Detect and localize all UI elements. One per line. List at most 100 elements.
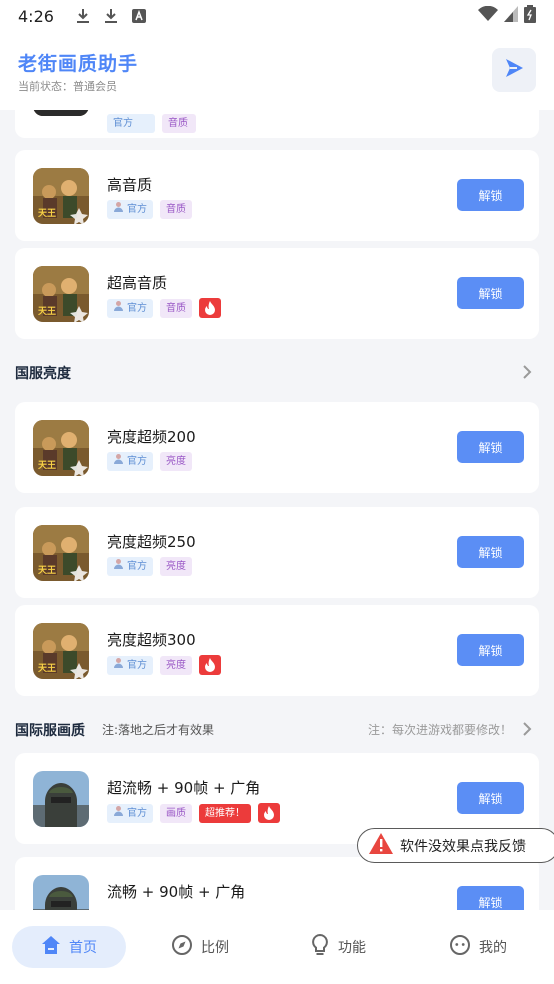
tag-row: 官方 画质 超推荐！ xyxy=(107,803,280,823)
member-status: 当前状态：普通会员 xyxy=(18,80,117,93)
user-icon xyxy=(113,656,124,675)
wifi-icon xyxy=(478,5,498,26)
item-name: 亮度超频300 xyxy=(107,631,196,649)
content-scroll[interactable]: 官方 音质 天王 高音质 官方 音质 解锁 天王 超高音质 官方 音质 解锁 国… xyxy=(0,110,554,910)
official-tag: 官方 xyxy=(107,298,153,318)
nav-home[interactable]: 首页 xyxy=(12,926,126,968)
tag-row: 官方 音质 xyxy=(107,298,221,318)
section-note: 注:落地之后才有效果 xyxy=(102,723,215,737)
nav-label: 首页 xyxy=(69,940,97,956)
game-thumbnail xyxy=(33,110,89,116)
user-icon xyxy=(113,299,124,318)
svg-text:天王: 天王 xyxy=(38,663,56,674)
text-a-icon xyxy=(131,9,146,23)
item-name: 亮度超频200 xyxy=(107,428,196,446)
game-thumbnail: 天王 xyxy=(33,420,89,476)
category-tag: 音质 xyxy=(162,114,196,133)
official-tag: 官方 xyxy=(107,557,153,576)
bulb-icon xyxy=(310,933,330,961)
section-right-note: 注：每次进游戏都要修改！ xyxy=(367,723,512,737)
bottom-nav: 首页 比例 功能 我的 xyxy=(0,910,554,984)
fire-icon xyxy=(258,803,280,823)
nav-label: 功能 xyxy=(338,940,366,956)
download-icon xyxy=(104,8,118,24)
user-icon xyxy=(113,804,124,823)
download-icon xyxy=(76,8,90,24)
user-icon xyxy=(113,452,124,471)
game-thumbnail xyxy=(33,771,89,827)
status-bar: 4:26 xyxy=(0,0,554,32)
nav-mine[interactable]: 我的 xyxy=(428,926,528,968)
game-thumbnail: 天王 xyxy=(33,525,89,581)
unlock-button[interactable]: 解锁 xyxy=(457,634,524,666)
svg-text:天王: 天王 xyxy=(38,208,56,219)
signal-icon xyxy=(504,6,518,26)
list-item: 天王 亮度超频200 官方 亮度 解锁 xyxy=(15,402,539,493)
category-tag: 亮度 xyxy=(160,452,192,471)
status-time: 4:26 xyxy=(18,6,54,26)
category-tag: 亮度 xyxy=(160,655,192,675)
tag-row: 官方 亮度 xyxy=(107,655,221,675)
official-tag: 官方 xyxy=(107,200,153,219)
nav-label: 我的 xyxy=(479,940,507,956)
user-icon xyxy=(113,557,124,576)
app-header: 老街画质助手 当前状态：普通会员 xyxy=(0,32,554,110)
app-title: 老街画质助手 xyxy=(18,53,139,75)
category-tag: 音质 xyxy=(160,200,192,219)
chevron-right-icon[interactable] xyxy=(522,721,532,740)
unlock-button[interactable]: 解锁 xyxy=(457,782,524,814)
battery-icon xyxy=(524,5,536,27)
user-icon xyxy=(113,200,124,219)
list-item: 官方 音质 xyxy=(15,110,539,138)
warning-icon xyxy=(368,832,394,859)
section-title: 国服亮度 xyxy=(15,366,71,382)
unlock-button[interactable]: 解锁 xyxy=(457,277,524,309)
category-tag: 音质 xyxy=(160,298,192,318)
item-name: 流畅 + 90帧 + 广角 xyxy=(107,883,246,901)
game-thumbnail: 天王 xyxy=(33,168,89,224)
official-tag: 官方 xyxy=(107,114,155,133)
category-tag: 画质 xyxy=(160,803,192,823)
home-icon xyxy=(41,935,61,959)
fire-icon xyxy=(199,298,221,318)
unlock-button[interactable]: 解锁 xyxy=(457,431,524,463)
feedback-button[interactable]: 软件没效果点我反馈 xyxy=(357,828,554,863)
svg-text:天王: 天王 xyxy=(38,565,56,576)
unlock-button[interactable]: 解锁 xyxy=(457,886,524,910)
fire-icon xyxy=(199,655,221,675)
recommend-badge: 超推荐！ xyxy=(199,803,251,823)
face-icon xyxy=(449,934,471,960)
tag-row: 官方 音质 xyxy=(107,200,192,219)
chevron-right-icon[interactable] xyxy=(522,364,532,383)
unlock-button[interactable]: 解锁 xyxy=(457,536,524,568)
tag-row: 官方 亮度 xyxy=(107,452,192,471)
item-name: 高音质 xyxy=(107,176,153,194)
nav-features[interactable]: 功能 xyxy=(288,926,388,968)
list-item: 天王 亮度超频250 官方 亮度 解锁 xyxy=(15,507,539,598)
tag-row: 官方 亮度 xyxy=(107,557,192,576)
item-name: 超高音质 xyxy=(107,274,168,292)
svg-text:天王: 天王 xyxy=(38,460,56,471)
list-item: 天王 亮度超频300 官方 亮度 解锁 xyxy=(15,605,539,696)
category-tag: 亮度 xyxy=(160,557,192,576)
nav-label: 比例 xyxy=(201,940,229,956)
svg-text:天王: 天王 xyxy=(38,306,56,317)
play-button[interactable] xyxy=(492,48,536,92)
feedback-label: 软件没效果点我反馈 xyxy=(400,838,526,855)
official-tag: 官方 xyxy=(107,452,153,471)
nav-ratio[interactable]: 比例 xyxy=(150,926,250,968)
official-tag: 官方 xyxy=(107,803,153,823)
official-tag: 官方 xyxy=(107,655,153,675)
list-item: 天王 超高音质 官方 音质 解锁 xyxy=(15,248,539,339)
section-title: 国际服画质 xyxy=(15,723,85,739)
game-thumbnail xyxy=(33,875,89,910)
compass-icon xyxy=(171,934,193,960)
play-icon xyxy=(503,57,525,83)
unlock-button[interactable]: 解锁 xyxy=(457,179,524,211)
game-thumbnail: 天王 xyxy=(33,623,89,679)
list-item: 天王 高音质 官方 音质 解锁 xyxy=(15,150,539,241)
item-name: 超流畅 + 90帧 + 广角 xyxy=(107,779,261,797)
tag-row: 官方 音质 xyxy=(107,114,196,133)
list-item: 流畅 + 90帧 + 广角 解锁 xyxy=(15,857,539,910)
game-thumbnail: 天王 xyxy=(33,266,89,322)
